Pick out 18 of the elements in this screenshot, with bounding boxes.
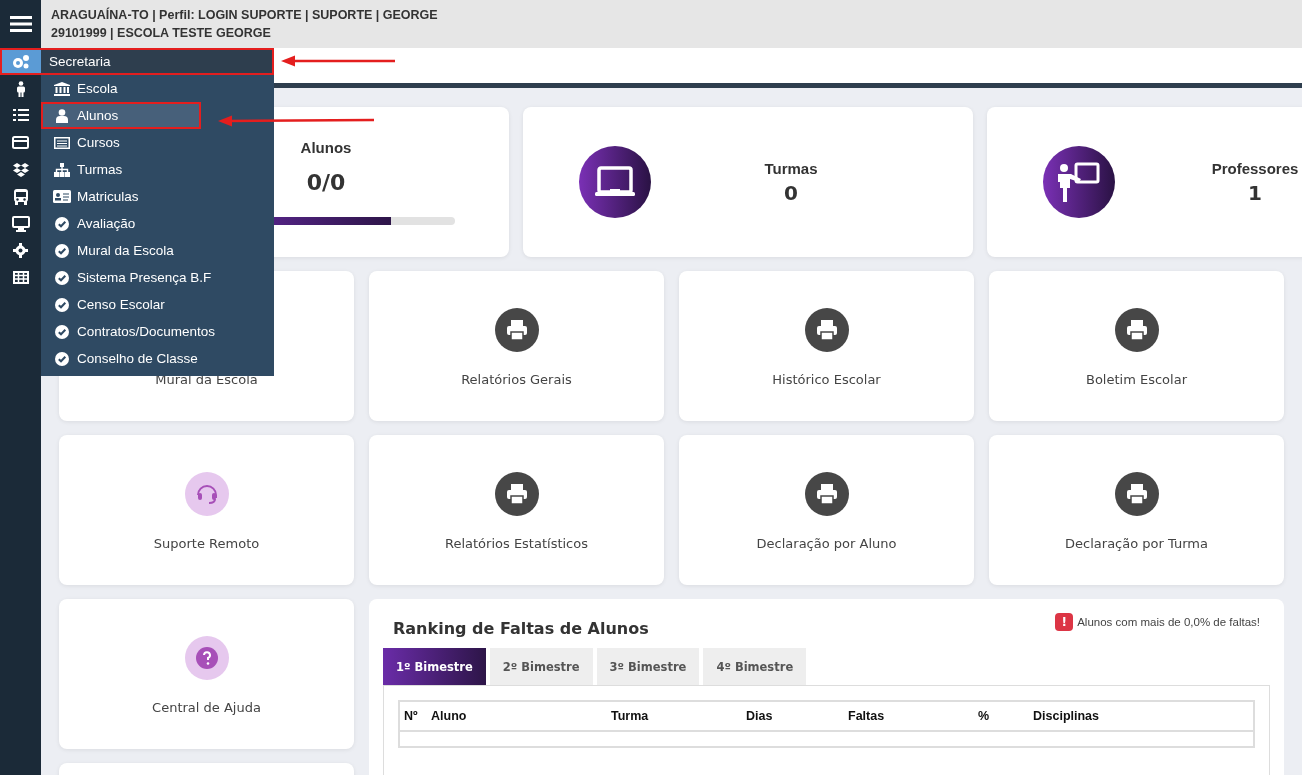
stat-title: Turmas [764, 159, 818, 177]
header-info: 29101999 | ESCOLA TESTE GEORGE [51, 25, 272, 42]
column-header: Nº [404, 709, 419, 723]
stat-value: 0 [784, 180, 798, 205]
header-info: ARAGUAÍNA-TO | Perfil: LOGIN SUPORTE | SUPORTE | GEORGE [51, 6, 439, 24]
ranking-title: Ranking de Faltas de Alunos [393, 619, 649, 638]
column-header: Faltas [848, 709, 886, 723]
column-header: Disciplinas [1033, 709, 1100, 723]
column-header: Aluno [431, 709, 468, 723]
column-header: Dias [746, 709, 774, 723]
stat-value: 1 [1248, 180, 1262, 205]
stat-title: Professores [1211, 159, 1299, 177]
column-header: Turma [611, 709, 650, 723]
alert-badge: ! [1055, 613, 1074, 631]
stat-title: Alunos [300, 139, 352, 156]
column-header: % [978, 709, 991, 723]
stat-value: 0/0 [306, 170, 346, 195]
alert-text: Alunos com mais de 0,0% de faltas! [1077, 616, 1260, 628]
